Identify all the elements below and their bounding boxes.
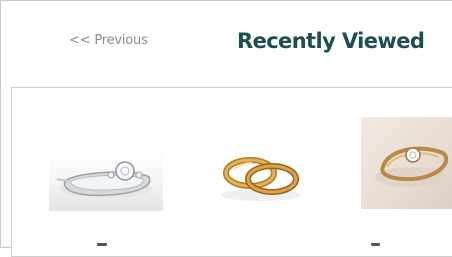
widget-title: Recently Viewed xyxy=(237,29,425,53)
engagement-ring-image[interactable] xyxy=(49,151,163,211)
product-item-1[interactable] xyxy=(49,151,163,246)
widget-header: << Previous Recently Viewed xyxy=(1,1,452,87)
recently-viewed-widget: << Previous Recently Viewed xyxy=(0,0,452,257)
gold-diamond-ring-icon xyxy=(375,146,449,187)
product-item-2[interactable] xyxy=(206,141,316,211)
wedding-bands-image[interactable] xyxy=(206,141,316,211)
engagement-ring-icon xyxy=(56,161,152,198)
product-label-fragment xyxy=(97,243,107,246)
previous-button[interactable]: << Previous xyxy=(69,33,148,48)
wedding-bands-icon xyxy=(221,157,301,201)
product-label-fragment xyxy=(371,243,380,246)
product-item-3[interactable] xyxy=(361,117,452,246)
gold-diamond-ring-image[interactable] xyxy=(361,117,452,209)
